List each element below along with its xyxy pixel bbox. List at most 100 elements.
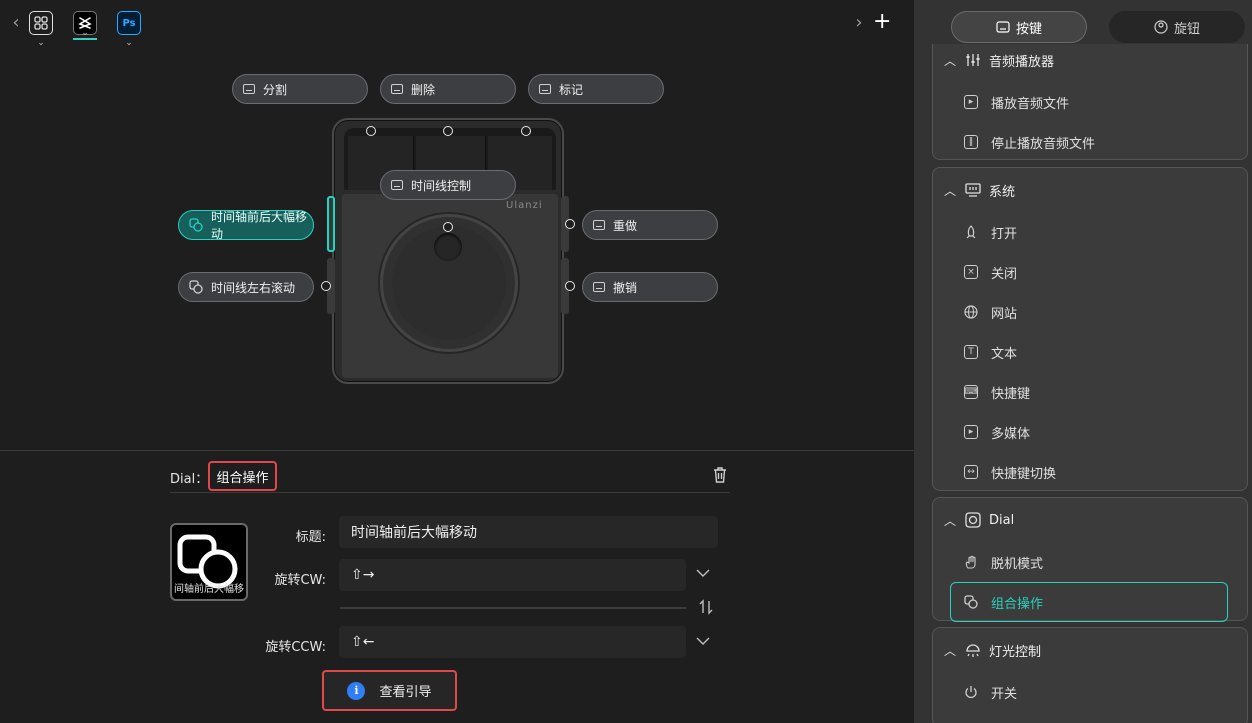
key-label-text: 标记 bbox=[559, 82, 584, 97]
group-title: 音频播放器 bbox=[989, 54, 1055, 70]
media-icon: ▸ bbox=[963, 424, 979, 440]
chevron-down-icon[interactable] bbox=[696, 634, 710, 650]
chevron-down-icon[interactable]: ⌄ bbox=[28, 38, 54, 48]
key-label-mark[interactable]: 标记 bbox=[528, 74, 664, 104]
swap-divider bbox=[340, 607, 686, 609]
key-label-text: 时间轴前后大幅移动 bbox=[211, 210, 308, 241]
system-icon bbox=[965, 183, 981, 197]
device-side-button-left-top[interactable] bbox=[327, 196, 335, 252]
title-label: 标题: bbox=[295, 530, 326, 545]
trash-icon[interactable] bbox=[712, 466, 728, 484]
section-divider bbox=[0, 450, 914, 451]
chevron-up-icon[interactable]: ︿ bbox=[943, 642, 957, 659]
title-input[interactable]: 时间轴前后大幅移动 bbox=[339, 516, 718, 548]
keyboard-icon bbox=[539, 84, 551, 94]
key-label-redo[interactable]: 重做 bbox=[582, 210, 718, 240]
text-icon: T bbox=[963, 344, 979, 360]
tab-keys[interactable]: 按键 bbox=[951, 11, 1087, 43]
action-label: 打开 bbox=[991, 226, 1018, 242]
action-sidebar: 按键 旋钮 ︿ 音频播放器 ▸ 播放音频文件 ‖ 停止播放音频文件 ︿ 系统 打… bbox=[914, 0, 1252, 723]
key-label-text: 删除 bbox=[411, 82, 436, 97]
action-multimedia[interactable]: ▸ 多媒体 bbox=[963, 422, 1030, 442]
editor-divider bbox=[170, 492, 730, 493]
action-label: 快捷键 bbox=[991, 386, 1031, 402]
top-bar: ‹ ⌄ ⌄ Ps ⌄ › + bbox=[0, 0, 914, 56]
anchor-dot bbox=[565, 281, 575, 291]
action-label: 播放音频文件 bbox=[991, 96, 1070, 112]
chevron-up-icon[interactable]: ︿ bbox=[943, 52, 957, 69]
group-title: 灯光控制 bbox=[989, 644, 1042, 660]
app-photoshop[interactable]: Ps ⌄ bbox=[116, 11, 142, 48]
action-label: 文本 bbox=[991, 346, 1018, 362]
app-grid[interactable]: ⌄ bbox=[28, 11, 54, 48]
group-light-control: ︿ 灯光控制 开关 bbox=[932, 627, 1248, 723]
group-system: ︿ 系统 打开 × 关闭 网站 T 文本 ⌨ 快捷键 ▸ 多媒体 ↔ 快捷键切换 bbox=[932, 167, 1248, 491]
action-play-audio[interactable]: ▸ 播放音频文件 bbox=[963, 92, 1069, 112]
action-power[interactable]: 开关 bbox=[963, 682, 1017, 702]
action-open[interactable]: 打开 bbox=[963, 222, 1017, 242]
anchor-dot bbox=[443, 222, 453, 232]
action-hotkey-switch[interactable]: ↔ 快捷键切换 bbox=[963, 462, 1056, 482]
anchor-dot bbox=[366, 126, 376, 136]
chevron-up-icon[interactable]: ︿ bbox=[943, 182, 957, 199]
group-header[interactable]: ︿ 系统 bbox=[943, 180, 1015, 200]
group-audio-player: ︿ 音频播放器 ▸ 播放音频文件 ‖ 停止播放音频文件 bbox=[932, 44, 1248, 160]
anchor-dot bbox=[443, 126, 453, 136]
key-label-timeline-control[interactable]: 时间线控制 bbox=[380, 170, 516, 200]
action-website[interactable]: 网站 bbox=[963, 302, 1017, 322]
globe-icon bbox=[963, 304, 979, 320]
key-label-undo[interactable]: 撤销 bbox=[582, 272, 718, 302]
equalizer-icon bbox=[966, 54, 980, 66]
swap-icon[interactable] bbox=[699, 599, 713, 619]
action-offline-mode[interactable]: 脱机模式 bbox=[963, 552, 1043, 572]
group-header[interactable]: ︿ Dial bbox=[943, 510, 1014, 530]
dial-knob-indent bbox=[434, 233, 462, 261]
key-label-text: 时间线控制 bbox=[411, 178, 472, 193]
action-label: 开关 bbox=[991, 686, 1018, 702]
action-hotkey[interactable]: ⌨ 快捷键 bbox=[963, 382, 1030, 402]
chevron-up-icon[interactable]: ︿ bbox=[943, 512, 957, 529]
dial-icon bbox=[965, 512, 981, 528]
plus-icon[interactable]: + bbox=[873, 10, 891, 34]
rotate-ccw-input[interactable]: ⇧← bbox=[339, 626, 686, 658]
combo-icon bbox=[189, 218, 203, 232]
action-label: 停止播放音频文件 bbox=[991, 136, 1096, 152]
ps-icon: Ps bbox=[117, 11, 141, 35]
action-label: 组合操作 bbox=[991, 596, 1044, 612]
action-label: 脱机模式 bbox=[991, 556, 1044, 572]
action-stop-audio[interactable]: ‖ 停止播放音频文件 bbox=[963, 132, 1095, 152]
rocket-icon bbox=[963, 224, 979, 240]
chevron-down-icon[interactable] bbox=[696, 566, 710, 582]
key-label-timeline-scroll[interactable]: 时间线左右滚动 bbox=[178, 272, 314, 302]
dial-type-value[interactable]: 组合操作 bbox=[208, 461, 277, 491]
group-header[interactable]: ︿ 音频播放器 bbox=[943, 50, 1054, 70]
chevron-left-icon[interactable]: ‹ bbox=[8, 12, 24, 34]
rotate-cw-label: 旋转CW: bbox=[274, 573, 326, 588]
switch-icon: ↔ bbox=[963, 464, 979, 480]
key-label-text: 重做 bbox=[613, 218, 638, 233]
key-label-delete[interactable]: 删除 bbox=[380, 74, 516, 104]
group-header[interactable]: ︿ 灯光控制 bbox=[943, 640, 1041, 660]
key-label-text: 分割 bbox=[263, 82, 288, 97]
action-close[interactable]: × 关闭 bbox=[963, 262, 1017, 282]
power-icon bbox=[963, 684, 979, 700]
chevron-right-icon[interactable]: › bbox=[851, 12, 867, 34]
app-capcut[interactable]: ⌄ bbox=[72, 11, 98, 40]
action-text[interactable]: T 文本 bbox=[963, 342, 1017, 362]
keyboard-icon bbox=[243, 84, 255, 94]
chevron-down-icon[interactable]: ⌄ bbox=[116, 38, 142, 48]
view-guide-button[interactable]: i 查看引导 bbox=[322, 670, 457, 711]
keyboard-icon bbox=[996, 21, 1010, 33]
key-label-split[interactable]: 分割 bbox=[232, 74, 368, 104]
rotate-cw-input[interactable]: ⇧→ bbox=[339, 559, 686, 591]
action-combo-operation[interactable]: 组合操作 bbox=[950, 582, 1228, 622]
key-label-timeline-big-move[interactable]: 时间轴前后大幅移动 bbox=[178, 210, 314, 241]
key-label-text: 撤销 bbox=[613, 280, 638, 295]
tab-keys-label: 按键 bbox=[1015, 21, 1042, 37]
tab-dials[interactable]: 旋钮 bbox=[1109, 11, 1245, 43]
keyboard-icon bbox=[391, 84, 403, 94]
dial-label: Dial： bbox=[170, 472, 209, 487]
close-icon: × bbox=[963, 264, 979, 280]
anchor-dot bbox=[521, 126, 531, 136]
chevron-down-icon[interactable]: ⌄ bbox=[72, 28, 98, 38]
